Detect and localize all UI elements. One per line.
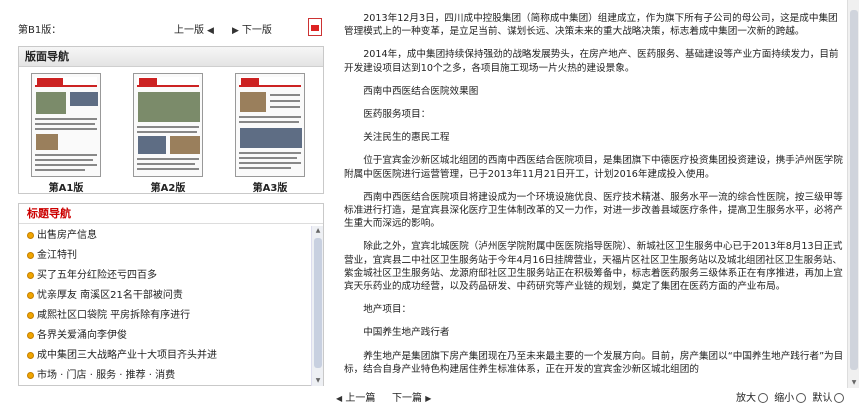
page-thumbnail-image[interactable] xyxy=(133,73,203,177)
article-paragraph: 2013年12月3日，四川成中控股集团（简称成中集团）组建成立，作为旗下所有子公… xyxy=(344,13,838,38)
zoom-out-button[interactable]: 缩小 xyxy=(774,393,809,404)
article-body: 2013年12月3日，四川成中控股集团（简称成中集团）组建成立，作为旗下所有子公… xyxy=(344,0,844,388)
zoom-reset-icon[interactable] xyxy=(834,393,845,403)
article-paragraph: 位于宜宾金沙新区城北组团的西南中西医结合医院项目，是集团旗下中德医疗投资集团投资… xyxy=(344,155,843,180)
prev-edition-link[interactable]: 上一版 ◀ xyxy=(174,21,214,36)
triangle-left-icon: ◀ xyxy=(336,394,343,403)
title-nav-box: 标题导航 出售房产信息 金江特刊 买了五年分红险还亏四百多 忧亲厚友 南溪区21… xyxy=(18,203,324,386)
title-list-scrollbar[interactable]: ▲ ▼ xyxy=(311,226,323,386)
zoom-reset-label[interactable]: 默认 xyxy=(812,393,832,404)
article-paragraph: 西南中西医结合医院项目将建设成为一个环境设施优良、医疗技术精湛、服务水平一流的综… xyxy=(344,191,843,230)
article-subheading: 西南中西医结合医院效果图 xyxy=(363,85,479,97)
zoom-in-label[interactable]: 放大 xyxy=(736,393,756,404)
scrollbar-thumb[interactable] xyxy=(314,238,322,368)
triangle-left-icon: ◀ xyxy=(207,26,214,36)
zoom-out-icon[interactable] xyxy=(796,393,807,403)
page-caption[interactable]: 第A3版 xyxy=(235,179,305,194)
scrollbar-thumb[interactable] xyxy=(850,10,858,370)
next-edition-link[interactable]: ▶ 下一版 xyxy=(232,21,272,36)
article-paragraph: 养生地产是集团旗下房产集团现在乃至未来最主要的一个发展方向。目前，房产集团以“中… xyxy=(344,350,844,375)
title-list-item[interactable]: 咸熙社区口袋院 平房拆除有序进行 xyxy=(19,306,309,326)
title-list-item[interactable]: 买了五年分红险还亏四百多 xyxy=(19,266,309,286)
scroll-down-icon[interactable]: ▼ xyxy=(314,377,322,385)
pdf-icon[interactable] xyxy=(308,18,322,36)
layout-nav-box: 版面导航 第A1版 第A2版 第A3版 xyxy=(18,46,324,194)
article-paragraph: 除此之外，宜宾北城医院（泸州医学院附属中医医院指导医院）、新城社区卫生服务中心已… xyxy=(344,241,843,293)
layout-thumbnails: 第A1版 第A2版 第A3版 xyxy=(19,69,323,194)
scroll-down-icon[interactable]: ▼ xyxy=(850,379,858,386)
page-thumbnail-a3[interactable]: 第A3版 xyxy=(235,73,305,194)
title-list: 出售房产信息 金江特刊 买了五年分红险还亏四百多 忧亲厚友 南溪区21名干部被问… xyxy=(19,226,309,386)
article-panel: 2013年12月3日，四川成中控股集团（简称成中集团）组建成立，作为旗下所有子公… xyxy=(330,0,860,415)
article-subheading: 中国养生地产践行者 xyxy=(363,327,450,339)
article-subheading: 地产项目： xyxy=(363,304,412,316)
title-list-item[interactable]: 出售房产信息 xyxy=(19,226,309,246)
zoom-controls: 放大 缩小 默认 xyxy=(736,390,847,408)
title-list-item[interactable]: 成中集团三大战略产业十大项目齐头并进 xyxy=(19,346,309,366)
zoom-in-button[interactable]: 放大 xyxy=(736,393,771,404)
edition-label: 第B1版： xyxy=(18,25,62,36)
page-thumbnail-a2[interactable]: 第A2版 xyxy=(133,73,203,194)
prev-article-label[interactable]: 上一篇 xyxy=(345,393,375,404)
page-thumbnail-a1[interactable]: 第A1版 xyxy=(31,73,101,194)
prev-edition-label[interactable]: 上一版 xyxy=(174,25,204,36)
title-list-item[interactable]: 市场 · 门店 · 服务 · 推荐 · 消费 xyxy=(19,366,309,386)
edition-bar: 第B1版： 上一版 ◀ ▶ 下一版 xyxy=(18,18,324,38)
title-nav-heading: 标题导航 xyxy=(19,204,323,224)
zoom-out-label[interactable]: 缩小 xyxy=(774,393,794,404)
article-toolbar: ◀ 上一篇 下一篇 ▶ 放大 缩小 默认 xyxy=(330,388,860,410)
zoom-in-icon[interactable] xyxy=(758,393,768,403)
article-scrollbar[interactable]: ▼ xyxy=(847,0,859,388)
next-article-link[interactable]: 下一篇 ▶ xyxy=(392,390,431,408)
page-caption[interactable]: 第A2版 xyxy=(133,179,203,194)
scroll-up-icon[interactable]: ▲ xyxy=(314,227,322,235)
article-subheading: 关注民生的惠民工程 xyxy=(363,132,450,144)
page-thumbnail-image[interactable] xyxy=(235,73,305,177)
next-edition-label[interactable]: 下一版 xyxy=(242,25,272,36)
title-list-item[interactable]: 各界关爱涌向李伊俊 xyxy=(19,326,309,346)
next-article-label[interactable]: 下一篇 xyxy=(392,393,422,404)
title-list-item[interactable]: 金江特刊 xyxy=(19,246,309,266)
triangle-right-icon: ▶ xyxy=(232,26,239,36)
left-panel: 第B1版： 上一版 ◀ ▶ 下一版 版面导航 第A1版 第A2版 第A3版 标题… xyxy=(0,0,330,415)
article-subheading: 医药服务项目： xyxy=(363,109,431,121)
layout-nav-heading: 版面导航 xyxy=(19,47,323,67)
zoom-reset-button[interactable]: 默认 xyxy=(812,393,847,404)
triangle-right-icon: ▶ xyxy=(425,394,432,403)
article-paragraph: 2014年，成中集团持续保持强劲的战略发展势头，在房产地产、医药服务、基础建设等… xyxy=(344,49,839,74)
page-thumbnail-image[interactable] xyxy=(31,73,101,177)
title-list-item[interactable]: 忧亲厚友 南溪区21名干部被问责 xyxy=(19,286,309,306)
prev-article-link[interactable]: ◀ 上一篇 xyxy=(336,390,375,408)
page-caption[interactable]: 第A1版 xyxy=(31,179,101,194)
